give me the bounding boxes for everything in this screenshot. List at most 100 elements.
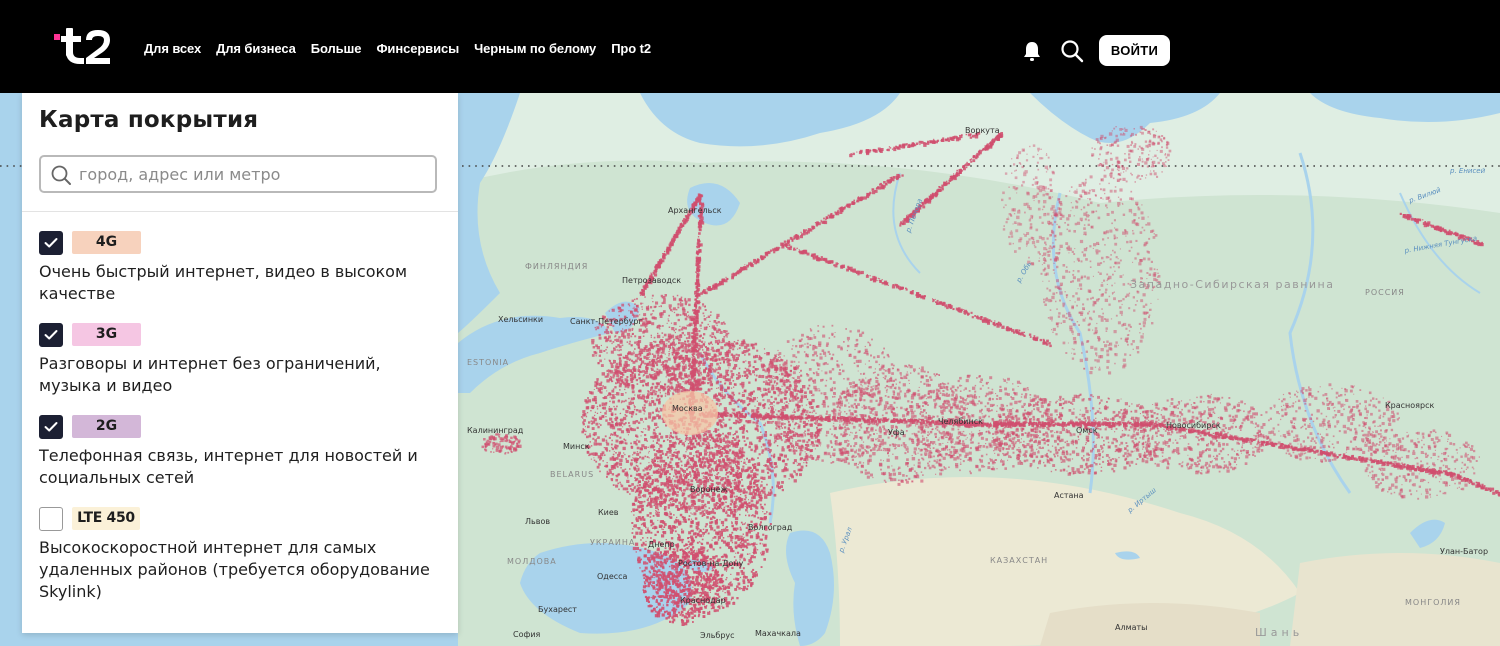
coverage-dot [754, 378, 757, 381]
coverage-dot [740, 521, 743, 524]
nav-more[interactable]: Больше [311, 41, 362, 56]
coverage-dot [628, 455, 631, 458]
coverage-dot [675, 343, 677, 345]
coverage-dot [678, 475, 683, 479]
coverage-dot [591, 427, 595, 430]
coverage-dot [748, 353, 751, 356]
coverage-dot [774, 421, 778, 424]
coverage-dot [645, 467, 649, 471]
coverage-dot [710, 460, 713, 463]
coverage-dot [762, 486, 766, 490]
coverage-dot [654, 340, 657, 343]
coverage-dot [657, 490, 661, 494]
coverage-dot [803, 395, 807, 399]
coverage-dot [697, 508, 700, 511]
coverage-dot [639, 366, 641, 368]
coverage-dot [725, 570, 727, 572]
coverage-dot [709, 320, 711, 322]
coverage-dot [701, 505, 705, 509]
coverage-dot [623, 357, 626, 359]
coverage-dot [741, 535, 743, 538]
coverage-dot [739, 344, 741, 346]
coverage-dot [667, 506, 670, 509]
coverage-dot [660, 484, 663, 486]
coverage-dot [685, 455, 687, 457]
coverage-dot [753, 449, 757, 453]
coverage-dot [697, 437, 700, 439]
coverage-dot [645, 428, 647, 430]
coverage-dot [701, 321, 704, 324]
coverage-dot [634, 485, 636, 488]
coverage-dot [746, 343, 750, 347]
coverage-dot [594, 414, 596, 416]
nav-for-all[interactable]: Для всех [144, 41, 201, 56]
coverage-dot [733, 438, 737, 441]
t2-logo[interactable] [50, 26, 112, 70]
coverage-dot [612, 400, 615, 404]
coverage-dot [642, 384, 645, 387]
coverage-dot [765, 439, 767, 441]
coverage-dot [674, 378, 678, 382]
coverage-dot [675, 313, 679, 317]
coverage-dot [622, 446, 626, 451]
coverage-dot [745, 499, 747, 501]
coverage-dot [725, 382, 727, 384]
coverage-dot [682, 381, 684, 383]
coverage-dot [686, 324, 689, 327]
coverage-dot [684, 592, 687, 595]
coverage-dot [753, 556, 756, 559]
coverage-dot [710, 387, 713, 390]
coverage-dot [652, 581, 655, 584]
coverage-dot [695, 389, 698, 392]
coverage-dot [730, 573, 732, 575]
coverage-dot [656, 334, 661, 339]
coverage-dot [804, 391, 807, 395]
coverage-dot [716, 582, 719, 585]
coverage-dot [656, 344, 660, 348]
nav-black-on-white[interactable]: Черным по белому [474, 41, 596, 56]
nav-for-business[interactable]: Для бизнеса [216, 41, 296, 56]
coverage-dot [688, 368, 690, 370]
coverage-dot [723, 466, 726, 469]
coverage-dot [723, 553, 727, 557]
coverage-dot [779, 366, 783, 370]
login-button[interactable]: ВОЙТИ [1099, 35, 1170, 66]
coverage-dot [635, 304, 639, 308]
coverage-dot [762, 490, 766, 494]
coverage-dot [726, 478, 729, 482]
coverage-dot [727, 488, 730, 491]
coverage-dot [727, 387, 730, 390]
coverage-dot [677, 355, 681, 358]
coverage-dot [737, 538, 741, 541]
coverage-dot [591, 354, 595, 357]
coverage-dot [711, 454, 716, 458]
coverage-dot [725, 468, 728, 471]
coverage-dot [753, 418, 756, 421]
coverage-dot [786, 375, 789, 378]
search-icon[interactable] [1060, 39, 1084, 63]
coverage-dot [739, 447, 742, 449]
coverage-dot [715, 502, 718, 505]
coverage-dot [771, 461, 773, 464]
bell-icon[interactable] [1022, 40, 1042, 62]
coverage-dot [603, 397, 606, 400]
coverage-dot [683, 497, 687, 501]
coverage-dot [761, 449, 765, 452]
coverage-dot [715, 555, 718, 558]
coverage-dot [615, 331, 619, 335]
coverage-dot [753, 547, 757, 551]
coverage-dot [816, 426, 818, 429]
coverage-dot [645, 478, 648, 481]
coverage-dot [794, 389, 798, 392]
coverage-dot [659, 573, 662, 576]
coverage-dot [769, 380, 773, 384]
nav-finservices[interactable]: Финсервисы [376, 41, 459, 56]
coverage-dot [612, 388, 615, 390]
coverage-dot [635, 531, 639, 535]
coverage-dot [631, 532, 634, 534]
coverage-dot [701, 460, 704, 464]
coverage-dot [774, 440, 777, 443]
nav-about-t2[interactable]: Про t2 [611, 41, 651, 56]
coverage-dot [634, 542, 639, 546]
coverage-dot [737, 544, 740, 548]
